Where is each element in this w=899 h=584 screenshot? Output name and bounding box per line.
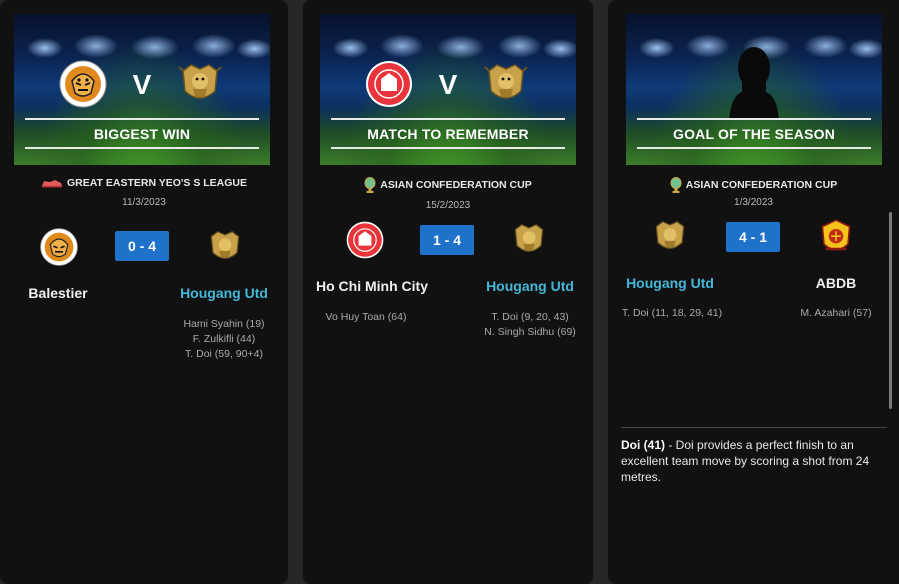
ho-chi-minh-city-crest-icon bbox=[366, 61, 412, 107]
match-score[interactable]: 1 - 4 bbox=[420, 225, 474, 255]
away-scorers: Hami Syahin (19) F. Zulkifli (44) T. Doi… bbox=[164, 317, 284, 362]
hougang-crest-icon bbox=[655, 221, 685, 249]
match-score[interactable]: 0 - 4 bbox=[115, 231, 169, 261]
scorer-line: T. Doi (9, 20, 43) bbox=[491, 311, 569, 323]
scorer-line: F. Zulkifli (44) bbox=[192, 333, 256, 345]
scorer-line: T. Doi (59, 90+4) bbox=[185, 348, 263, 360]
goal-scorer: Doi (41) bbox=[621, 438, 666, 452]
abdb-crest-icon bbox=[821, 219, 851, 251]
match-to-remember-banner: V MATCH TO REMEMBER bbox=[320, 14, 576, 165]
away-team-name[interactable]: Hougang Utd bbox=[475, 278, 585, 294]
match-date: 1/3/2023 bbox=[734, 197, 773, 208]
banner-divider bbox=[331, 118, 565, 120]
home-team-name[interactable]: Hougang Utd bbox=[615, 275, 725, 291]
hougang-crest-icon bbox=[210, 231, 240, 259]
home-scorers: Vo Huy Toan (64) bbox=[311, 310, 421, 325]
hougang-crest-icon bbox=[484, 64, 528, 99]
banner-divider bbox=[637, 147, 871, 149]
versus-label: V bbox=[132, 69, 152, 100]
biggest-win-banner: V BIGGEST WIN bbox=[14, 14, 270, 165]
match-date: 11/3/2023 bbox=[122, 197, 166, 208]
away-scorers: T. Doi (9, 20, 43) N. Singh Sidhu (69) bbox=[475, 310, 585, 340]
away-scorers: M. Azahari (57) bbox=[794, 306, 878, 321]
banner-divider bbox=[637, 118, 871, 120]
scorer-line: M. Azahari (57) bbox=[800, 307, 872, 319]
biggest-win-card: V BIGGEST WIN GREAT EASTERN YEO'S S LEAG… bbox=[0, 0, 288, 584]
trophy-icon bbox=[364, 177, 376, 193]
competition-name: ASIAN CONFEDERATION CUP bbox=[685, 178, 838, 191]
banner-title: GOAL OF THE SEASON bbox=[672, 126, 836, 142]
divider bbox=[621, 427, 887, 428]
home-scorers: T. Doi (11, 18, 29, 41) bbox=[610, 306, 734, 321]
scorer-line: Vo Huy Toan (64) bbox=[325, 311, 407, 323]
banner-divider bbox=[331, 147, 565, 149]
scorer-line: Hami Syahin (19) bbox=[183, 318, 265, 330]
home-team-name[interactable]: Balestier bbox=[8, 285, 108, 301]
banner-divider bbox=[25, 118, 259, 120]
ho-chi-minh-city-crest-icon bbox=[346, 221, 384, 259]
goal-description: Doi (41) - Doi provides a perfect finish… bbox=[621, 437, 883, 485]
banner-title: MATCH TO REMEMBER bbox=[367, 126, 529, 142]
away-team-name[interactable]: ABDB bbox=[806, 275, 866, 291]
balestier-crest-icon bbox=[59, 60, 107, 108]
player-silhouette-icon bbox=[729, 47, 779, 120]
competition-label: GREAT EASTERN YEO'S S LEAGUE bbox=[0, 177, 288, 189]
match-to-remember-card: V MATCH TO REMEMBER ASIAN CONFEDERATION … bbox=[303, 0, 593, 584]
scorer-line: N. Singh Sidhu (69) bbox=[484, 326, 576, 338]
competition-label: ASIAN CONFEDERATION CUP bbox=[608, 177, 899, 193]
goal-of-the-season-banner: GOAL OF THE SEASON bbox=[626, 14, 882, 165]
competition-label: ASIAN CONFEDERATION CUP bbox=[303, 177, 593, 193]
banner-title: BIGGEST WIN bbox=[93, 126, 191, 142]
away-team-name[interactable]: Hougang Utd bbox=[169, 285, 279, 301]
goal-of-the-season-card: GOAL OF THE SEASON ASIAN CONFEDERATION C… bbox=[608, 0, 899, 584]
hougang-crest-icon bbox=[514, 224, 544, 252]
hougang-crest-icon bbox=[178, 64, 222, 99]
competition-name: GREAT EASTERN YEO'S S LEAGUE bbox=[66, 177, 248, 189]
match-date: 15/2/2023 bbox=[425, 200, 471, 211]
trophy-icon bbox=[670, 177, 682, 193]
versus-label: V bbox=[438, 69, 458, 100]
balestier-crest-icon bbox=[40, 228, 78, 266]
home-team-name[interactable]: Ho Chi Minh City bbox=[307, 278, 437, 294]
scorer-line: T. Doi (11, 18, 29, 41) bbox=[621, 307, 723, 319]
competition-name: ASIAN CONFEDERATION CUP bbox=[380, 178, 532, 191]
scrollbar[interactable] bbox=[889, 212, 892, 409]
banner-divider bbox=[25, 147, 259, 149]
match-score[interactable]: 4 - 1 bbox=[726, 222, 780, 252]
league-shoe-icon bbox=[41, 180, 62, 188]
